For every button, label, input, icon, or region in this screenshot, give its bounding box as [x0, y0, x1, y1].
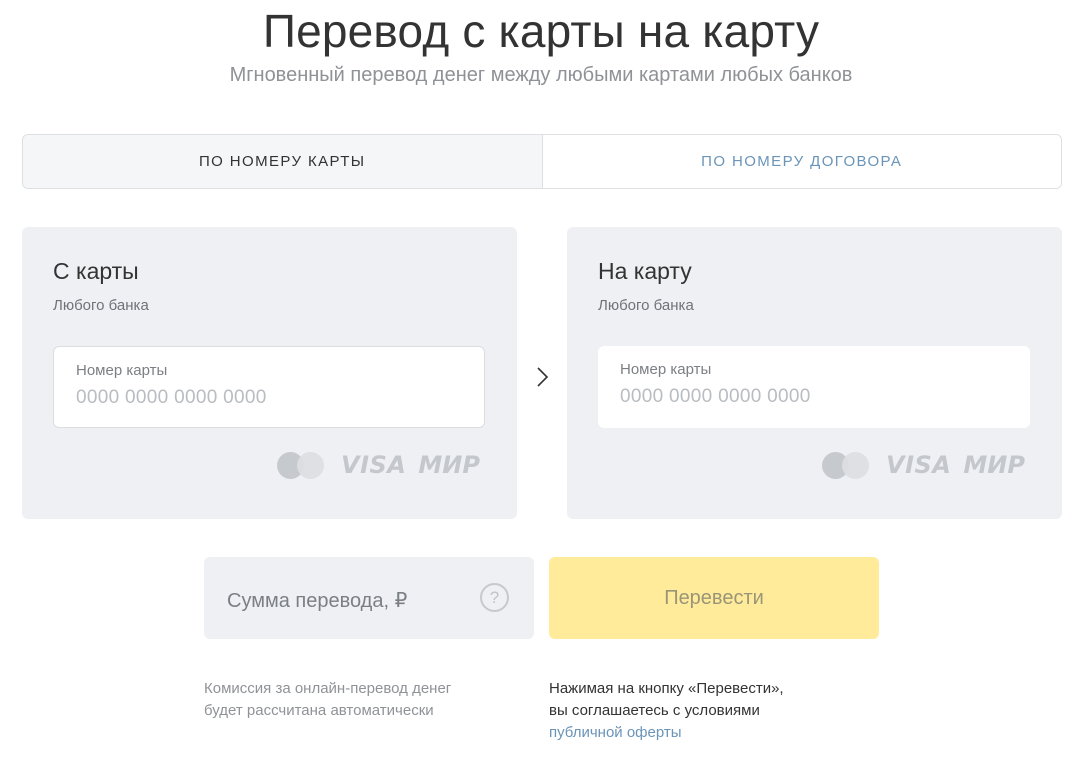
amount-placeholder[interactable]: Сумма перевода, ₽ [227, 588, 407, 613]
commission-note-line2: будет рассчитана автоматически [204, 702, 434, 719]
from-card-panel: С карты Любого банка Номер карты 0000 00… [22, 227, 517, 519]
from-card-title: С карты [53, 258, 139, 284]
visa-logo: VISA [341, 451, 407, 479]
to-card-number-label: Номер карты [620, 361, 712, 378]
mastercard-icon [822, 450, 872, 480]
amount-field[interactable]: Сумма перевода, ₽ ? [204, 557, 534, 639]
commission-note: Комиссия за онлайн-перевод денег будет р… [204, 678, 524, 722]
chevron-right-icon [537, 367, 549, 387]
payment-system-logos: VISA МИР [822, 449, 1025, 481]
public-offer-link[interactable]: публичной оферты [549, 724, 682, 741]
agreement-note-line2: вы соглашаетесь с условиями [549, 702, 760, 719]
mir-logo: МИР [963, 451, 1025, 479]
help-icon[interactable]: ? [480, 583, 509, 612]
to-card-title: На карту [598, 258, 692, 284]
to-card-subtitle: Любого банка [598, 297, 694, 314]
from-card-subtitle: Любого банка [53, 297, 149, 314]
agreement-note: Нажимая на кнопку «Перевести», вы соглаш… [549, 678, 889, 744]
agreement-note-line1: Нажимая на кнопку «Перевести», [549, 680, 784, 697]
commission-note-line1: Комиссия за онлайн-перевод денег [204, 680, 452, 697]
page-subtitle: Мгновенный перевод денег между любыми ка… [229, 64, 853, 86]
visa-logo: VISA [886, 451, 952, 479]
from-card-number-label: Номер карты [76, 362, 168, 379]
payment-system-logos: VISA МИР [277, 449, 480, 481]
transfer-button[interactable]: Перевести [549, 557, 879, 639]
page-title: Перевод с карты на карту [262, 5, 820, 57]
mastercard-icon [277, 450, 327, 480]
transfer-mode-tabs: ПО НОМЕРУ КАРТЫ ПО НОМЕРУ ДОГОВОРА [22, 134, 1062, 189]
to-card-number-field[interactable]: Номер карты 0000 0000 0000 0000 [598, 346, 1030, 428]
tab-by-card-number[interactable]: ПО НОМЕРУ КАРТЫ [23, 135, 543, 188]
from-card-number-field[interactable]: Номер карты 0000 0000 0000 0000 [53, 346, 485, 428]
tab-by-contract-number[interactable]: ПО НОМЕРУ ДОГОВОРА [542, 135, 1061, 188]
to-card-number-placeholder[interactable]: 0000 0000 0000 0000 [620, 386, 811, 408]
from-card-number-placeholder[interactable]: 0000 0000 0000 0000 [76, 387, 267, 409]
to-card-panel: На карту Любого банка Номер карты 0000 0… [567, 227, 1062, 519]
mir-logo: МИР [418, 451, 480, 479]
